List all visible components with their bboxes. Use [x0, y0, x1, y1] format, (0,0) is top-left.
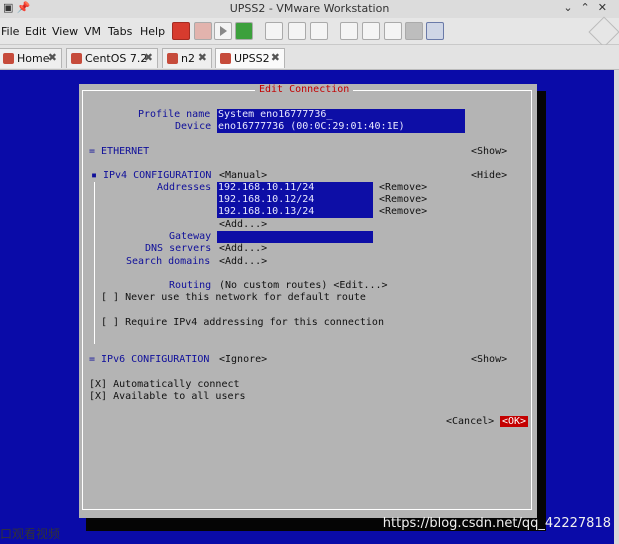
routing-label: Routing — [169, 280, 212, 291]
device-label: Device — [175, 121, 212, 132]
address-field[interactable]: 192.168.10.12/24 — [217, 194, 373, 206]
menu-view[interactable]: View — [52, 25, 78, 38]
console-view-icon[interactable] — [362, 22, 380, 40]
edit-connection-dialog: Edit Connection Profile name System eno1… — [79, 84, 537, 518]
dialog-title: Edit Connection — [255, 84, 354, 95]
add-search-domain-button[interactable]: <Add...> — [219, 256, 267, 267]
ok-button[interactable]: <OK> — [500, 416, 529, 427]
remove-address-button[interactable]: <Remove> — [379, 206, 427, 217]
vm-icon — [220, 53, 231, 64]
ipv4-group-line — [94, 182, 95, 344]
gateway-label: Gateway — [169, 231, 212, 242]
auto-connect-checkbox[interactable]: [X] Automatically connect — [89, 379, 240, 390]
ethernet-show-button[interactable]: <Show> — [471, 146, 507, 157]
power-off-icon[interactable] — [172, 22, 190, 40]
ipv6-mode-select[interactable]: <Ignore> — [219, 354, 267, 365]
close-icon[interactable]: ✖ — [48, 51, 57, 64]
window-controls[interactable]: ⌄⌃✕ — [563, 1, 615, 14]
close-icon[interactable]: ✖ — [198, 51, 207, 64]
menu-bar: File Edit View VM Tabs Help — [0, 16, 619, 48]
never-default-route-checkbox[interactable]: [ ] Never use this network for default r… — [101, 292, 366, 303]
tab-upss2[interactable]: UPSS2 ✖ — [215, 48, 285, 68]
bottom-text: 口观看视频 — [0, 527, 61, 541]
tab-home[interactable]: Home ✖ — [0, 48, 62, 68]
tab-bar: Home ✖ CentOS 7.2 ✖ n2 ✖ UPSS2 ✖ — [0, 45, 619, 70]
menu-tabs[interactable]: Tabs — [108, 25, 132, 38]
tab-label: n2 — [181, 52, 195, 65]
ethernet-section[interactable]: = ETHERNET — [89, 146, 149, 157]
revert-snapshot-icon[interactable] — [288, 22, 306, 40]
close-icon[interactable]: ✖ — [144, 51, 153, 64]
unity-icon[interactable] — [405, 22, 423, 40]
home-icon — [3, 53, 14, 64]
add-dns-button[interactable]: <Add...> — [219, 243, 267, 254]
reset-icon[interactable] — [235, 22, 253, 40]
profile-name-label: Profile name — [138, 109, 211, 120]
menu-file[interactable]: File — [1, 25, 19, 38]
title-bar: ▣ 📌 UPSS2 - VMware Workstation ⌄⌃✕ — [0, 0, 619, 18]
ipv4-bullet: ▪ — [91, 170, 98, 181]
all-users-checkbox[interactable]: [X] Available to all users — [89, 391, 246, 402]
menu-edit[interactable]: Edit — [25, 25, 46, 38]
vmware-logo-icon — [588, 16, 619, 48]
snapshot-icon[interactable] — [265, 22, 283, 40]
tab-label: UPSS2 — [234, 52, 270, 65]
addresses-label: Addresses — [157, 182, 212, 193]
cancel-button[interactable]: <Cancel> — [446, 416, 494, 427]
tab-label: CentOS 7.2 — [85, 52, 148, 65]
gateway-field[interactable] — [217, 231, 373, 243]
tab-n2[interactable]: n2 ✖ — [162, 48, 212, 68]
vm-icon — [167, 53, 178, 64]
profile-name-field[interactable]: System eno16777736_ — [217, 109, 465, 121]
remove-address-button[interactable]: <Remove> — [379, 194, 427, 205]
address-field[interactable]: 192.168.10.13/24 — [217, 206, 373, 218]
power-on-icon[interactable] — [214, 22, 232, 40]
window-title: UPSS2 - VMware Workstation — [229, 2, 390, 15]
menu-help[interactable]: Help — [140, 25, 165, 38]
suspend-icon[interactable] — [194, 22, 212, 40]
dns-label: DNS servers — [145, 243, 212, 254]
stretch-view-icon[interactable] — [426, 22, 444, 40]
ipv4-section: IPv4 CONFIGURATION — [103, 170, 212, 181]
search-domains-label: Search domains — [126, 256, 211, 267]
vm-icon — [71, 53, 82, 64]
routing-edit-button[interactable]: (No custom routes) <Edit...> — [219, 280, 388, 291]
tab-centos[interactable]: CentOS 7.2 ✖ — [66, 48, 158, 68]
right-edge — [614, 70, 619, 544]
ipv4-mode-select[interactable]: <Manual> — [219, 170, 267, 181]
ipv6-section: = IPv6 CONFIGURATION — [89, 354, 210, 365]
close-icon[interactable]: ✖ — [271, 51, 280, 64]
require-ipv4-checkbox[interactable]: [ ] Require IPv4 addressing for this con… — [101, 317, 384, 328]
ipv6-show-button[interactable]: <Show> — [471, 354, 507, 365]
sidebar-toggle-icon[interactable] — [340, 22, 358, 40]
tab-label: Home — [17, 52, 50, 65]
snapshot-manager-icon[interactable] — [310, 22, 328, 40]
address-field[interactable]: 192.168.10.11/24 — [217, 182, 373, 194]
watermark: https://blog.csdn.net/qq_42227818 — [382, 516, 611, 531]
ipv4-hide-button[interactable]: <Hide> — [471, 170, 507, 181]
remove-address-button[interactable]: <Remove> — [379, 182, 427, 193]
menu-vm[interactable]: VM — [84, 25, 101, 38]
fullscreen-icon[interactable] — [384, 22, 402, 40]
device-field[interactable]: eno16777736 (00:0C:29:01:40:1E) — [217, 121, 465, 133]
add-address-button[interactable]: <Add...> — [219, 219, 267, 230]
